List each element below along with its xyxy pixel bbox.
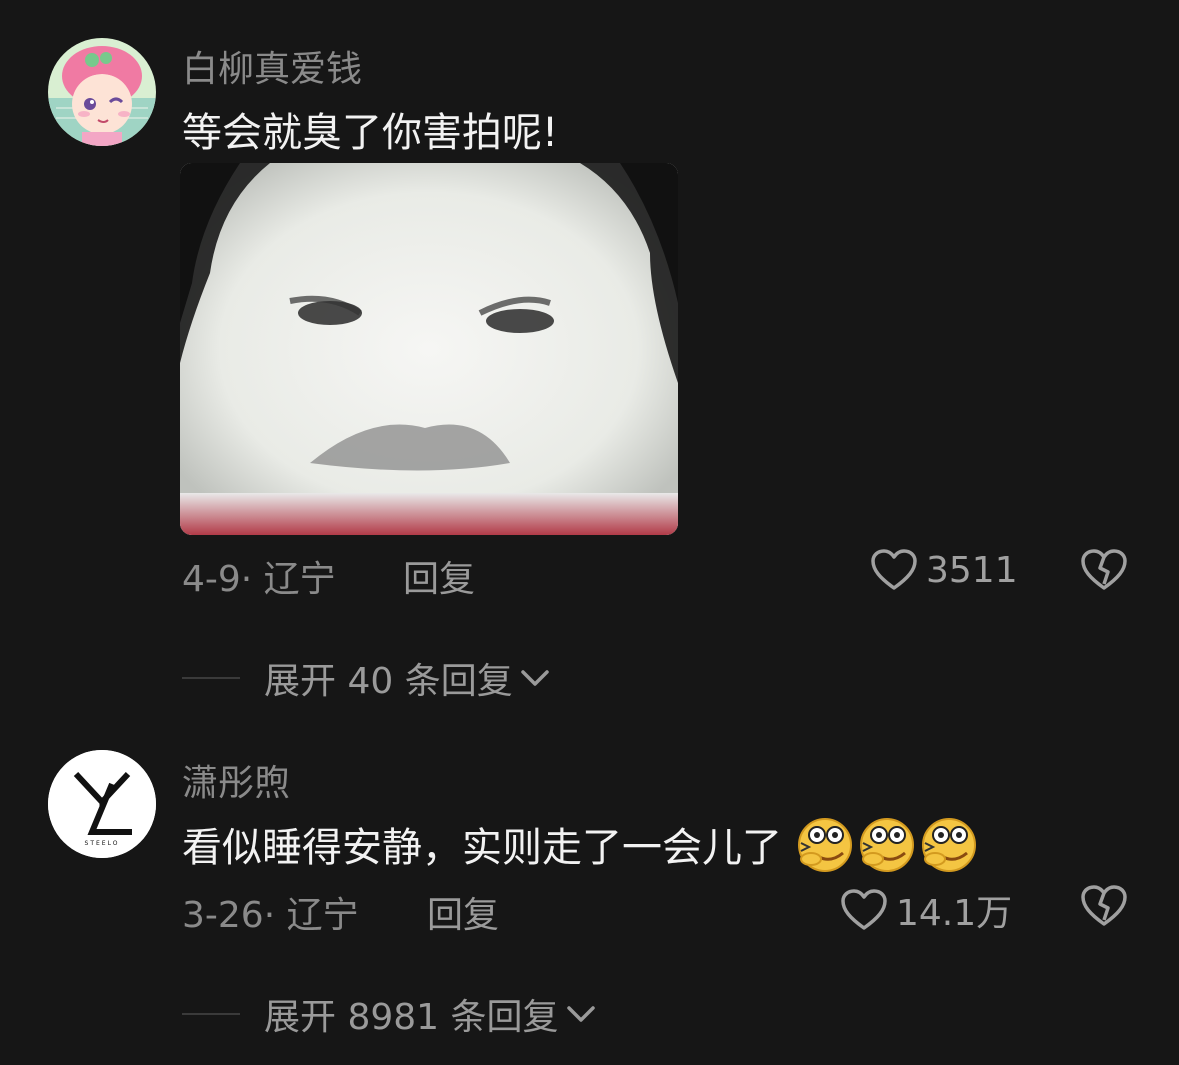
broken-heart-icon bbox=[1081, 549, 1127, 590]
chevron-down-icon bbox=[520, 670, 549, 686]
expand-replies[interactable]: 展开 40 条回复 bbox=[182, 652, 551, 704]
comment-item: STEELO 潇彤煦 看似睡得安静，实则走了一会儿了 3-26· 辽宁 回复 1… bbox=[0, 720, 1179, 1065]
expand-replies-label: 展开 40 条回复 bbox=[264, 661, 513, 702]
comment-date-location: 4-9· 辽宁 bbox=[182, 559, 336, 600]
comment-text-body: 看似睡得安静，实则走了一会儿了 bbox=[182, 825, 782, 871]
heart-icon bbox=[871, 549, 917, 590]
comment-item: 白柳真爱钱 等会就臭了你害拍呢! 4-9· 辽宁 回复 3511 展开 40 条… bbox=[0, 0, 1179, 720]
like-button[interactable]: 14.1万 bbox=[840, 884, 1012, 936]
dislike-button[interactable] bbox=[1080, 548, 1128, 596]
username[interactable]: 白柳真爱钱 bbox=[182, 40, 362, 92]
comment-text: 看似睡得安静，实则走了一会儿了 bbox=[182, 815, 981, 883]
reply-button[interactable]: 回复 bbox=[403, 550, 475, 602]
comment-date-location: 3-26· 辽宁 bbox=[182, 895, 359, 936]
broken-heart-icon bbox=[1081, 885, 1127, 926]
comment-image[interactable] bbox=[180, 163, 678, 535]
divider-line bbox=[182, 677, 240, 679]
expand-replies-label: 展开 8981 条回复 bbox=[264, 997, 559, 1038]
comment-text: 等会就臭了你害拍呢! bbox=[182, 110, 559, 156]
heart-icon bbox=[841, 889, 887, 930]
smirk-emoji-icon bbox=[919, 817, 981, 883]
like-count: 3511 bbox=[926, 549, 1018, 591]
chevron-down-icon bbox=[566, 1006, 595, 1022]
username[interactable]: 潇彤煦 bbox=[182, 754, 290, 806]
divider-line bbox=[182, 1013, 240, 1015]
smirk-emoji-icon bbox=[857, 817, 919, 883]
meme-face-image bbox=[180, 163, 678, 535]
like-count: 14.1万 bbox=[896, 893, 1013, 934]
cartoon-girl-avatar-icon bbox=[48, 38, 156, 146]
smirk-emoji-icon bbox=[795, 817, 857, 883]
dislike-button[interactable] bbox=[1080, 884, 1128, 932]
expand-replies[interactable]: 展开 8981 条回复 bbox=[182, 988, 597, 1040]
user-avatar[interactable] bbox=[48, 38, 156, 146]
avatar-logo-text: STEELO bbox=[84, 840, 120, 847]
like-button[interactable]: 3511 bbox=[870, 548, 1018, 592]
reply-button[interactable]: 回复 bbox=[427, 886, 499, 938]
